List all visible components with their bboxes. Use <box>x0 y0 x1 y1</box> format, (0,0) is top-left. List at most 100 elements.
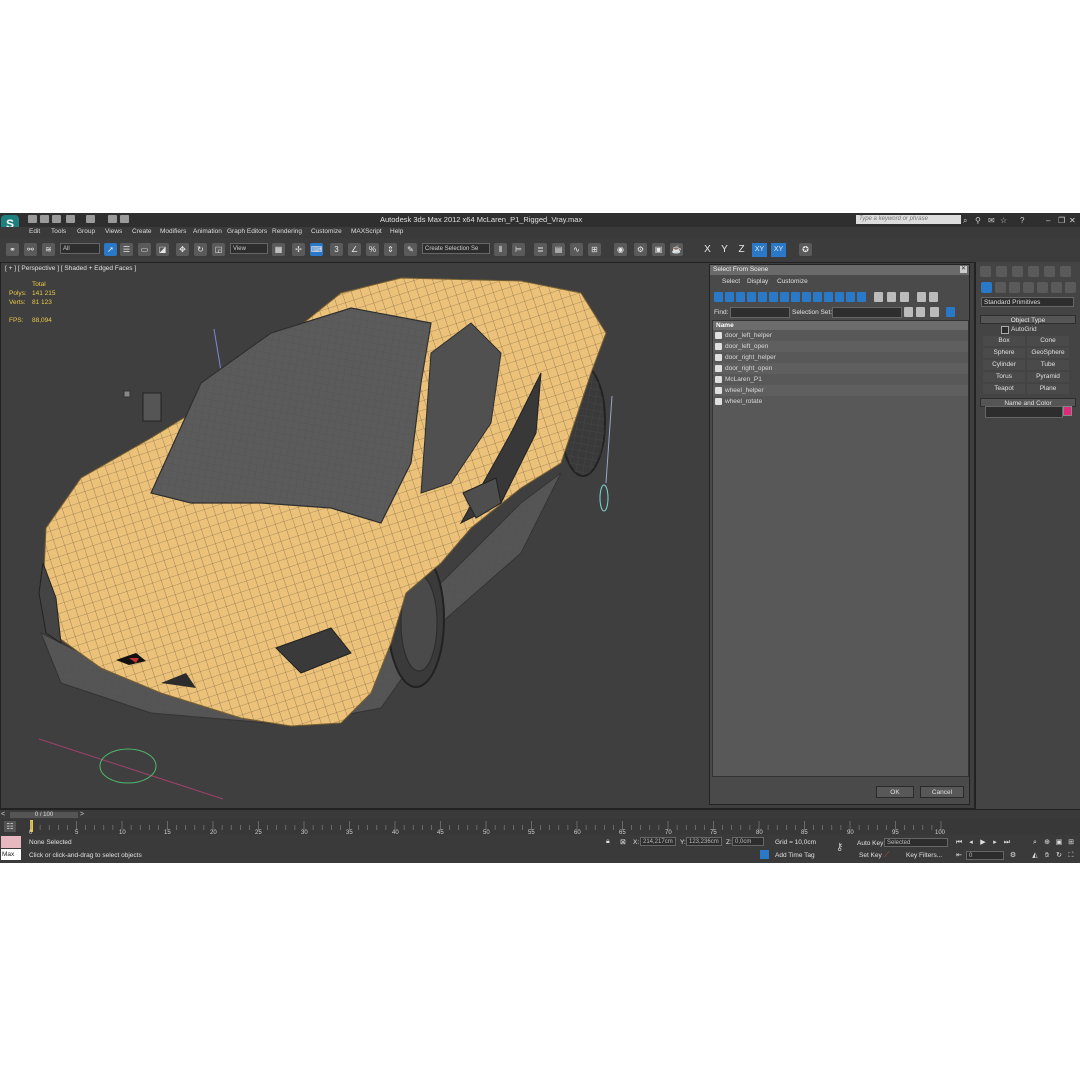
reference-coordinate-dropdown[interactable]: View <box>230 243 268 254</box>
current-frame-field[interactable]: 0 <box>966 851 1004 860</box>
next-frame-icon[interactable]: ▸ <box>990 838 1000 847</box>
key-mode-toggle-icon[interactable]: ⇤ <box>954 851 964 860</box>
cancel-button[interactable]: Cancel <box>920 786 964 798</box>
spinner-snap-icon[interactable]: ⇕ <box>384 243 397 256</box>
object-color-swatch[interactable] <box>1063 406 1072 416</box>
y-coord-field[interactable]: 123,236cm <box>686 837 722 846</box>
mirror-icon[interactable]: ⫴ <box>494 243 507 256</box>
dialog-menu-customize[interactable]: Customize <box>777 278 808 285</box>
object-category-dropdown[interactable]: Standard Primitives <box>981 297 1074 307</box>
vray-icon[interactable]: ✪ <box>799 243 812 256</box>
select-none-icon[interactable] <box>887 292 896 302</box>
align-icon[interactable]: ⊨ <box>512 243 525 256</box>
track-bar[interactable]: ☷ 0 5 10 15 20 25 30 35 40 45 50 55 60 6… <box>0 819 1080 836</box>
schematic-view-icon[interactable]: ⊞ <box>588 243 601 256</box>
zoom-all-icon[interactable]: ⊕ <box>1042 838 1052 847</box>
select-manipulate-icon[interactable]: ✢ <box>292 243 305 256</box>
cone-button[interactable]: Cone <box>1027 336 1069 346</box>
search-icon[interactable]: ⌕ <box>963 216 967 226</box>
list-item[interactable]: McLaren_P1 <box>713 374 968 385</box>
object-type-rollout[interactable]: Object Type <box>980 315 1076 324</box>
undo-icon[interactable] <box>66 215 75 223</box>
select-move-icon[interactable]: ✥ <box>176 243 189 256</box>
viewport-label[interactable]: [ + ] [ Perspective ] [ Shaded + Edged F… <box>5 265 136 272</box>
menu-maxscript[interactable]: MAXScript <box>351 228 382 235</box>
z-coord-field[interactable]: 0,0cm <box>732 837 764 846</box>
autogrid-checkbox[interactable] <box>1001 326 1009 334</box>
find-options-icon[interactable] <box>930 307 939 317</box>
render-production-icon[interactable]: ☕ <box>670 243 683 256</box>
menu-edit[interactable]: Edit <box>29 228 40 235</box>
menu-rendering[interactable]: Rendering <box>272 228 302 235</box>
filter-lights-icon[interactable] <box>736 292 745 302</box>
zoom-extents-icon[interactable]: ▣ <box>1054 838 1064 847</box>
pyramid-button[interactable]: Pyramid <box>1027 372 1069 382</box>
select-all-icon[interactable] <box>874 292 883 302</box>
unlink-icon[interactable]: ⚯ <box>24 243 37 256</box>
key-mode-dropdown[interactable]: Selected <box>884 838 948 847</box>
key-filters-button[interactable]: Key Filters... <box>906 852 942 859</box>
menu-views[interactable]: Views <box>105 228 122 235</box>
modify-tab-icon[interactable] <box>996 266 1007 277</box>
list-item[interactable]: door_left_helper <box>713 330 968 341</box>
rectangular-selection-icon[interactable]: ▭ <box>138 243 151 256</box>
ok-button[interactable]: OK <box>876 786 914 798</box>
filter-spacewarps-icon[interactable] <box>769 292 778 302</box>
box-button[interactable]: Box <box>983 336 1025 346</box>
create-tab-icon[interactable] <box>980 266 991 277</box>
filter-cameras-icon[interactable] <box>747 292 756 302</box>
selection-set-dropdown[interactable] <box>832 307 902 318</box>
list-item[interactable]: door_right_open <box>713 363 968 374</box>
sphere-button[interactable]: Sphere <box>983 348 1025 358</box>
filter-frozen-icon[interactable] <box>824 292 833 302</box>
display-tab-icon[interactable] <box>1044 266 1055 277</box>
menu-tools[interactable]: Tools <box>51 228 66 235</box>
menu-customize[interactable]: Customize <box>311 228 342 235</box>
filter-containers-icon[interactable] <box>813 292 822 302</box>
select-by-name-icon[interactable]: ☰ <box>120 243 133 256</box>
restrict-y-button[interactable]: Y <box>717 243 732 257</box>
rendered-frame-window-icon[interactable]: ▣ <box>652 243 665 256</box>
restrict-x-button[interactable]: X <box>700 243 715 257</box>
favorites-icon[interactable]: ☆ <box>1000 216 1007 225</box>
percent-snap-icon[interactable]: % <box>366 243 379 256</box>
field-of-view-icon[interactable]: ◭ <box>1030 851 1040 860</box>
lights-icon[interactable] <box>1009 282 1020 293</box>
selection-filter-dropdown[interactable]: All <box>60 243 100 254</box>
helpers-icon[interactable] <box>1037 282 1048 293</box>
filter-xrefs-icon[interactable] <box>791 292 800 302</box>
set-key-icon[interactable]: ⚷ <box>836 842 843 853</box>
redo-icon[interactable] <box>86 215 95 223</box>
pivot-center-icon[interactable]: ▦ <box>272 243 285 256</box>
filter-none-icon[interactable] <box>857 292 866 302</box>
search-input[interactable]: Type a keyword or phrase <box>856 215 961 224</box>
shapes-icon[interactable] <box>995 282 1006 293</box>
maxscript-mini-listener[interactable]: Max <box>1 849 21 860</box>
goto-start-icon[interactable]: ⏮ <box>954 838 964 847</box>
time-tag-icon[interactable] <box>760 850 769 859</box>
set-key-button[interactable]: Set Key <box>859 852 882 859</box>
spacewarps-icon[interactable] <box>1051 282 1062 293</box>
geosphere-button[interactable]: GeoSphere <box>1027 348 1069 358</box>
list-item[interactable]: wheel_rotate <box>713 396 968 407</box>
select-rotate-icon[interactable]: ↻ <box>194 243 207 256</box>
zoom-icon[interactable]: ⌕ <box>1030 838 1040 847</box>
material-editor-icon[interactable]: ◉ <box>614 243 627 256</box>
quick-access-dropdown-icon[interactable] <box>120 215 129 223</box>
restrict-xy-button[interactable]: XY <box>752 243 767 257</box>
teapot-button[interactable]: Teapot <box>983 384 1025 394</box>
dialog-menu-display[interactable]: Display <box>747 278 768 285</box>
select-object-icon[interactable]: ➚ <box>104 243 117 256</box>
list-item[interactable]: wheel_helper <box>713 385 968 396</box>
keyboard-shortcut-override-icon[interactable]: ⌨ <box>310 243 323 256</box>
restrict-z-button[interactable]: Z <box>734 243 749 257</box>
sync-selection-icon[interactable] <box>946 307 955 317</box>
absolute-mode-icon[interactable]: ⊠ <box>620 838 626 846</box>
goto-end-icon[interactable]: ⏭ <box>1002 838 1012 847</box>
named-selection-set-dropdown[interactable]: Create Selection Se <box>422 243 490 254</box>
list-item[interactable]: door_right_helper <box>713 352 968 363</box>
maximize-viewport-icon[interactable]: ⛶ <box>1066 851 1076 860</box>
time-prev-icon[interactable]: < <box>1 811 5 818</box>
find-input[interactable] <box>730 307 790 318</box>
object-list[interactable]: Name door_left_helper door_left_open doo… <box>712 320 969 777</box>
